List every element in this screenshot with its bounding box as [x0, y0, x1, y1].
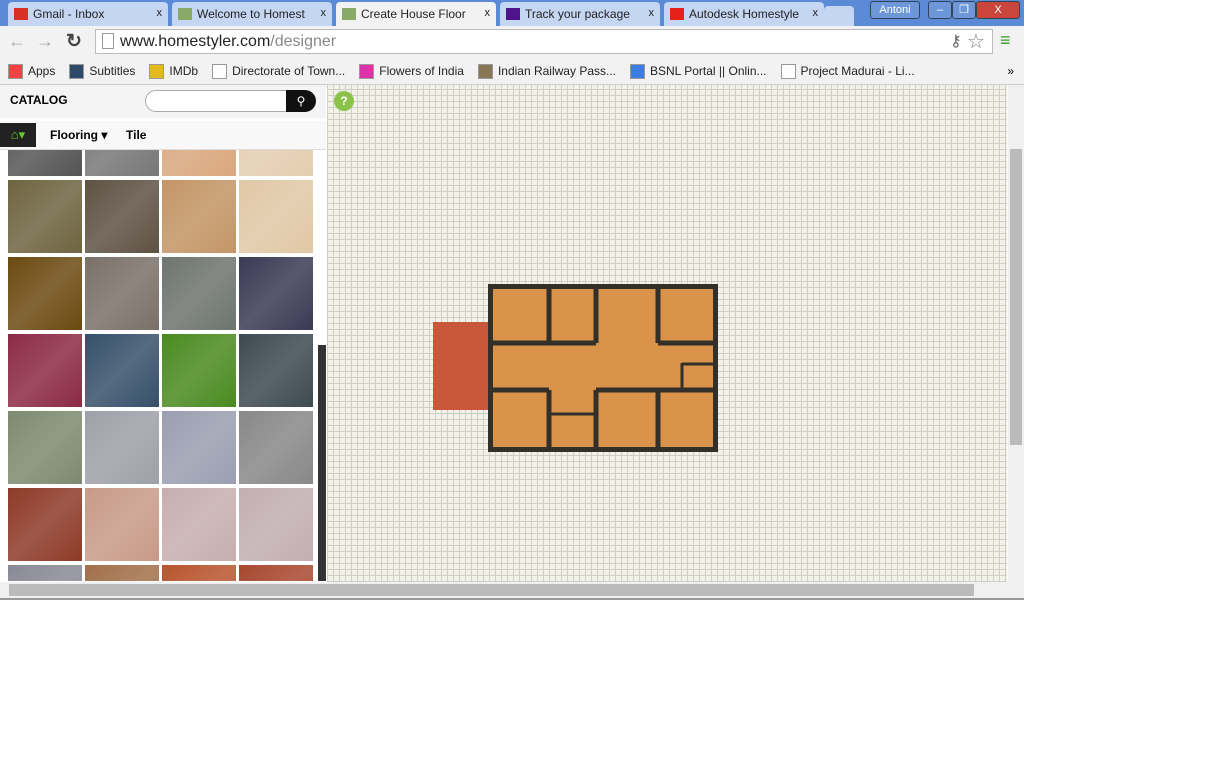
vertical-scrollbar[interactable] — [1008, 85, 1024, 582]
porch — [433, 322, 489, 410]
horizontal-scrollbar[interactable] — [0, 582, 1024, 598]
vertical-scroll-thumb[interactable] — [1010, 149, 1022, 445]
floor-plan[interactable] — [0, 0, 1024, 600]
divider — [0, 598, 1024, 600]
horizontal-scroll-thumb[interactable] — [9, 584, 974, 596]
